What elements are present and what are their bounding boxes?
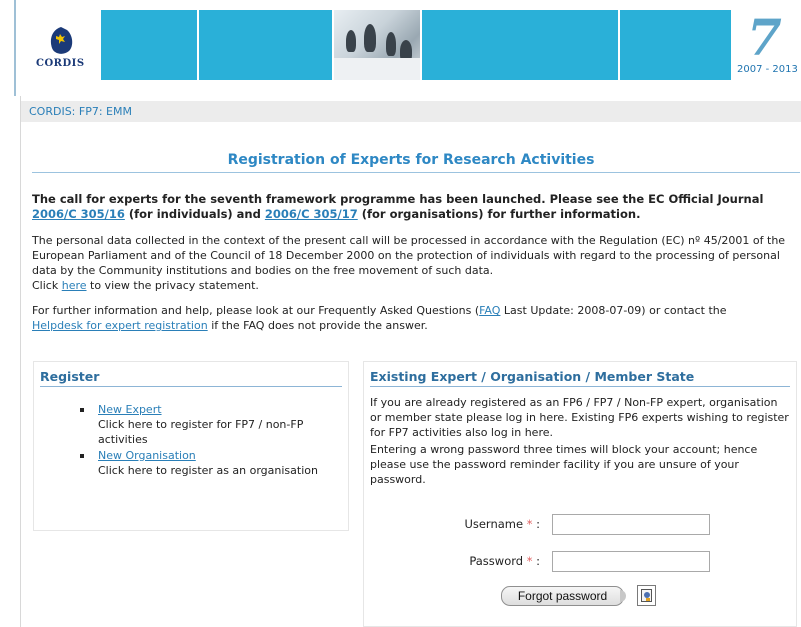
- call-end-text: (for organisations) for further informat…: [361, 207, 641, 221]
- new-expert-desc: Click here to register for FP7 / non-FP …: [98, 418, 304, 446]
- required-mark: *: [526, 517, 533, 531]
- password-label: Password * :: [400, 554, 540, 568]
- help-mid-text: Last Update: 2008-07-09) or contact the: [503, 304, 727, 317]
- register-list: New Expert Click here to register for FP…: [74, 402, 344, 479]
- call-announcement: The call for experts for the seventh fra…: [32, 192, 797, 222]
- breadcrumb-bar: CORDIS: FP7: EMM: [21, 101, 801, 122]
- call-intro-text: The call for experts for the seventh fra…: [32, 192, 764, 206]
- call-mid-text: (for individuals) and: [128, 207, 261, 221]
- list-item: New Organisation Click here to register …: [74, 448, 344, 478]
- register-panel: Register New Expert Click here to regist…: [33, 361, 349, 531]
- banner-segment: [199, 10, 332, 80]
- username-input[interactable]: [552, 514, 710, 535]
- login-title: Existing Expert / Organisation / Member …: [370, 369, 695, 384]
- login-panel: Existing Expert / Organisation / Member …: [363, 361, 797, 627]
- privacy-end-text: to view the privacy statement.: [90, 279, 259, 292]
- privacy-click-text: Click: [32, 279, 59, 292]
- login-info: If you are already registered as an FP6 …: [370, 396, 789, 439]
- banner-segment: [422, 10, 618, 80]
- privacy-link[interactable]: here: [62, 279, 87, 292]
- left-border: [14, 0, 16, 96]
- username-label-text: Username: [464, 517, 524, 531]
- cordis-logo-text: CORDIS: [36, 58, 85, 69]
- required-mark: *: [526, 554, 533, 568]
- new-organisation-desc: Click here to register as an organisatio…: [98, 464, 318, 477]
- banner-segment: [101, 10, 197, 80]
- bullet-icon: [80, 454, 84, 458]
- help-icon[interactable]: [637, 585, 656, 606]
- fp7-logo: 7 2007 - 2013: [733, 10, 801, 80]
- help-start-text: For further information and help, please…: [32, 304, 480, 317]
- meeting-photo: [334, 10, 420, 80]
- help-paragraph: For further information and help, please…: [32, 303, 797, 333]
- new-organisation-link[interactable]: New Organisation: [98, 449, 196, 462]
- label-colon: :: [536, 554, 540, 568]
- fp7-years: 2007 - 2013: [737, 64, 798, 75]
- privacy-paragraph: The personal data collected in the conte…: [32, 233, 797, 293]
- breadcrumb[interactable]: CORDIS: FP7: EMM: [29, 105, 132, 118]
- oj-individuals-link[interactable]: 2006/C 305/16: [32, 207, 125, 221]
- new-expert-link[interactable]: New Expert: [98, 403, 162, 416]
- password-label-text: Password: [469, 554, 524, 568]
- faq-link[interactable]: FAQ: [479, 304, 500, 317]
- privacy-text: The personal data collected in the conte…: [32, 234, 786, 277]
- helpdesk-link[interactable]: Helpdesk for expert registration: [32, 319, 208, 332]
- fp7-seven-mark: 7: [747, 8, 782, 67]
- title-divider: [32, 172, 800, 173]
- forgot-password-button[interactable]: Forgot password: [501, 586, 626, 606]
- cordis-logo-icon: [50, 27, 73, 54]
- help-end-text: if the FAQ does not provide the answer.: [211, 319, 428, 332]
- banner-segment: [620, 10, 731, 80]
- page-title: Registration of Experts for Research Act…: [227, 152, 595, 168]
- oj-organisations-link[interactable]: 2006/C 305/17: [265, 207, 358, 221]
- cordis-logo[interactable]: CORDIS: [21, 10, 99, 80]
- username-label: Username * :: [400, 517, 540, 531]
- header-banner: CORDIS 7 2007 - 2013: [21, 10, 801, 80]
- register-divider: [40, 386, 342, 387]
- login-divider: [370, 386, 790, 387]
- bullet-icon: [80, 408, 84, 412]
- label-colon: :: [536, 517, 540, 531]
- list-item: New Expert Click here to register for FP…: [74, 402, 344, 447]
- password-input[interactable]: [552, 551, 710, 572]
- left-border-lower: [20, 96, 21, 627]
- register-title: Register: [40, 369, 100, 384]
- password-warning: Entering a wrong password three times wi…: [370, 443, 758, 486]
